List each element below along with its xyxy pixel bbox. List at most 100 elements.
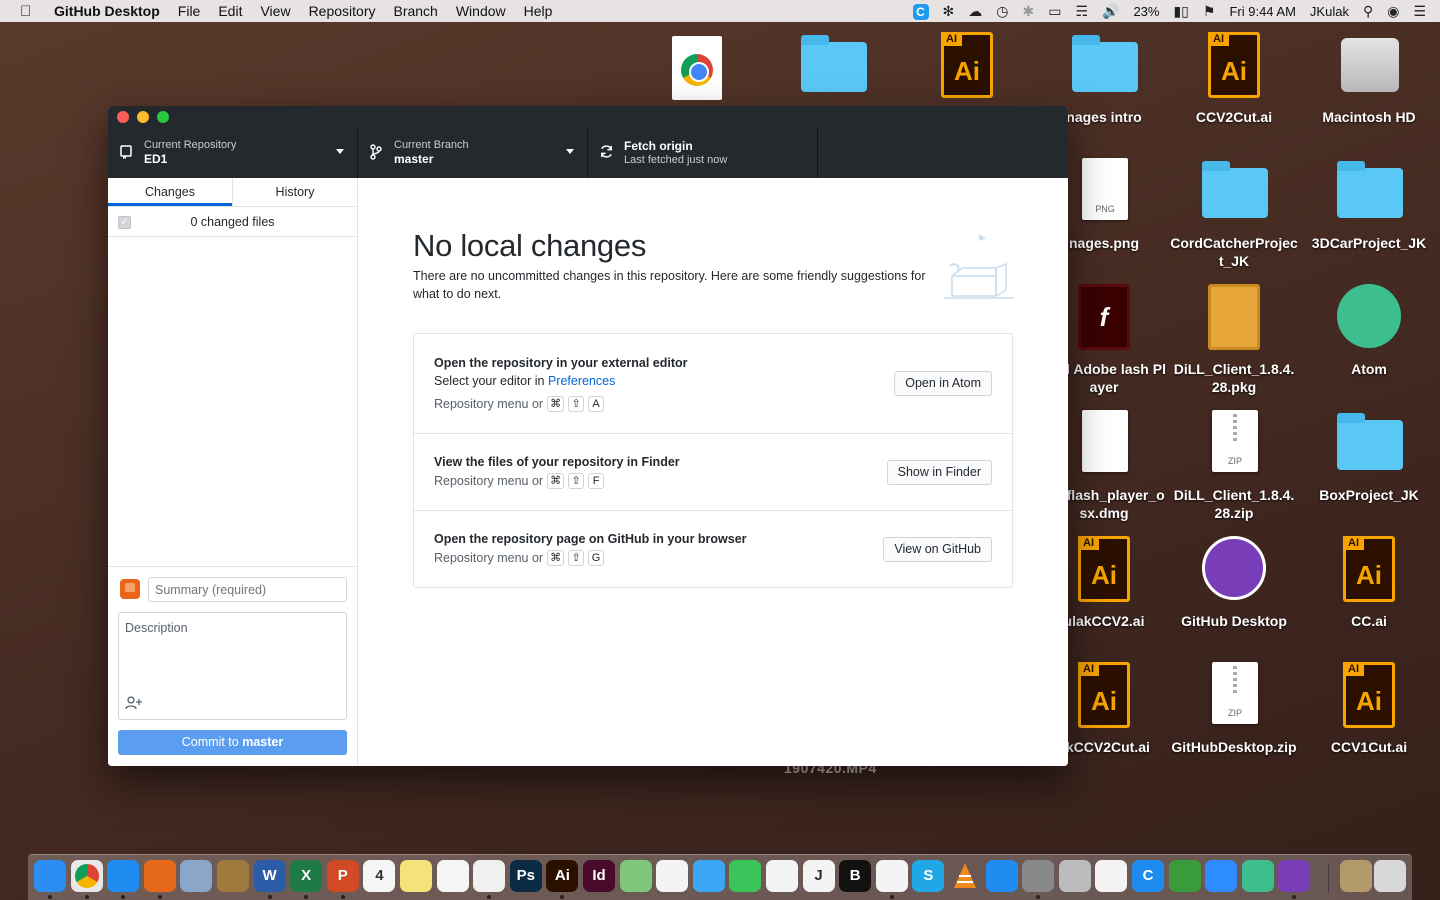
desktop-icon-macintosh-hd[interactable]: Macintosh HD <box>1305 30 1433 126</box>
running-indicator <box>304 895 309 899</box>
siri-icon[interactable]: ◉ <box>1387 3 1399 20</box>
dock-downloads-stack-icon[interactable] <box>1340 860 1372 892</box>
dock-messages-icon[interactable] <box>692 860 725 892</box>
dock-photoshop-icon[interactable]: Ps <box>509 860 542 892</box>
menu-view[interactable]: View <box>260 3 290 19</box>
dock-disk-utility-icon[interactable] <box>1058 860 1091 892</box>
commit-button[interactable]: Commit to master <box>118 730 347 755</box>
dock-jgrasp-icon[interactable]: J <box>802 860 835 892</box>
dock-system-preferences-icon[interactable] <box>1022 860 1055 892</box>
battery-percent[interactable]: 23% <box>1133 4 1159 19</box>
airplay-icon[interactable]: ▭ <box>1048 3 1061 20</box>
menu-window[interactable]: Window <box>456 3 506 19</box>
desktop-icon-ccv2cut[interactable]: AI Ai CCV2Cut.ai <box>1170 30 1298 126</box>
desktop-icon-boxproject[interactable]: BoxProject_JK <box>1305 408 1433 504</box>
desktop-icon-githubdesktop-zip[interactable]: ZIP GitHubDesktop.zip <box>1170 660 1298 756</box>
fetch-origin-button[interactable]: Fetch origin Last fetched just now <box>588 128 818 178</box>
dock-excel-icon[interactable]: X <box>290 860 323 892</box>
running-indicator <box>84 895 89 899</box>
minimize-window-button[interactable] <box>137 111 149 123</box>
dock-illustrator-icon[interactable]: Ai <box>546 860 579 892</box>
desktop-icon-3dcar[interactable]: 3DCarProject_JK <box>1305 156 1433 252</box>
view-on-github-button[interactable]: View on GitHub <box>883 537 992 562</box>
dock-calendar-icon[interactable]: 4 <box>363 860 396 892</box>
desktop-icon-dill-pkg[interactable]: DiLL_Client_1.8.4.28.pkg <box>1170 282 1298 396</box>
add-coauthor-icon[interactable] <box>125 696 143 713</box>
wifi-icon[interactable]: ☴ <box>1075 3 1088 20</box>
zoom-window-button[interactable] <box>157 111 169 123</box>
dock-atom-icon[interactable] <box>1241 860 1274 892</box>
title-bar[interactable] <box>108 106 1068 128</box>
tab-history[interactable]: History <box>232 178 357 206</box>
description-field[interactable]: Description <box>118 612 347 720</box>
dock-notes-brown-icon[interactable] <box>217 860 249 892</box>
input-flag-icon[interactable]: ⚑ <box>1203 3 1216 20</box>
dock-reminders-icon[interactable] <box>436 860 469 892</box>
desktop-icon-cc-ai[interactable]: AI Ai CC.ai <box>1305 534 1433 630</box>
menu-user[interactable]: JKulak <box>1310 4 1349 19</box>
dock-powerpoint-icon[interactable]: P <box>326 860 359 892</box>
menu-file[interactable]: File <box>178 3 201 19</box>
bluetooth-icon[interactable]: ✱ <box>1022 3 1034 20</box>
illustrator-file-icon: AI Ai <box>1343 662 1395 728</box>
desktop-icon-cordcatcher[interactable]: CordCatcherProject_JK <box>1170 156 1298 270</box>
dock-notes-icon[interactable] <box>400 860 432 892</box>
dock-trash-icon[interactable] <box>1374 860 1406 892</box>
dock-beats-icon[interactable]: B <box>839 860 872 892</box>
dock-safari-icon[interactable] <box>107 860 140 892</box>
desktop-icon-ccv1cut[interactable]: AI Ai CCV1Cut.ai <box>1305 660 1433 756</box>
dock-github-desktop-icon[interactable] <box>1278 860 1311 892</box>
notification-center-icon[interactable]: ☰ <box>1413 3 1426 20</box>
desktop-icon-atom[interactable]: Atom <box>1305 282 1433 378</box>
tab-changes[interactable]: Changes <box>108 178 232 206</box>
spotlight-search-icon[interactable]: ⚲ <box>1363 3 1373 20</box>
dock-zoom-icon[interactable] <box>1205 860 1238 892</box>
dock-maps-icon[interactable] <box>619 860 652 892</box>
dock-appstore-icon[interactable] <box>985 860 1018 892</box>
desktop-icon-label: Macintosh HD <box>1322 109 1416 125</box>
sync-icon <box>588 144 624 162</box>
menu-branch[interactable]: Branch <box>393 3 437 19</box>
close-window-button[interactable] <box>117 111 129 123</box>
open-in-atom-button[interactable]: Open in Atom <box>894 371 992 396</box>
dock-firefox-icon[interactable] <box>143 860 176 892</box>
desktop-icon-chrome-doc[interactable] <box>634 30 762 102</box>
dock-photos-icon[interactable] <box>656 860 689 892</box>
dock-chess-icon[interactable] <box>1168 860 1201 892</box>
menu-clock[interactable]: Fri 9:44 AM <box>1229 4 1295 19</box>
desktop-icon-ai-file[interactable]: AI Ai <box>903 30 1031 102</box>
desktop-icon-folder[interactable] <box>769 30 897 102</box>
dock-itunes-icon[interactable] <box>875 860 908 892</box>
dock-word-icon[interactable]: W <box>253 860 286 892</box>
preferences-link[interactable]: Preferences <box>548 374 615 388</box>
dock-indesign-icon[interactable]: Id <box>583 860 615 892</box>
cura-status-icon[interactable]: C <box>912 3 929 20</box>
dock-cura-icon[interactable]: C <box>1132 860 1164 892</box>
menu-edit[interactable]: Edit <box>218 3 242 19</box>
desktop-icon-github-desktop[interactable]: GitHub Desktop <box>1170 534 1298 630</box>
show-in-finder-button[interactable]: Show in Finder <box>886 460 992 485</box>
dock-preview-icon[interactable] <box>180 860 213 892</box>
dock-chrome-icon[interactable] <box>70 860 103 892</box>
menu-repository[interactable]: Repository <box>309 3 376 19</box>
volume-icon[interactable]: 🔊 <box>1102 3 1119 20</box>
desktop-icon-dill-zip[interactable]: ZIP DiLL_Client_1.8.4.28.zip <box>1170 408 1298 522</box>
select-all-checkbox[interactable]: ✓ <box>118 216 131 229</box>
dock-finder-icon[interactable] <box>34 860 66 892</box>
current-repository-button[interactable]: Current Repository ED1 <box>108 128 358 178</box>
dock-textedit-icon[interactable] <box>1095 860 1128 892</box>
apple-menu-icon[interactable]:  <box>20 3 38 20</box>
dock-skype-icon[interactable]: S <box>912 860 945 892</box>
app-name-menu[interactable]: GitHub Desktop <box>54 3 160 19</box>
cloud-status-icon[interactable]: ☁ <box>968 3 982 20</box>
dock-vlc-icon[interactable] <box>949 860 981 892</box>
menu-help[interactable]: Help <box>524 3 553 19</box>
dock-acrobat-icon[interactable] <box>473 860 506 892</box>
sync-status-icon[interactable]: ✻ <box>943 3 955 20</box>
dock-facetime-icon[interactable] <box>729 860 762 892</box>
time-machine-icon[interactable]: ◷ <box>996 3 1008 20</box>
dock-news-icon[interactable] <box>766 860 798 892</box>
battery-icon[interactable]: ▮▯ <box>1173 3 1188 20</box>
current-branch-button[interactable]: Current Branch master <box>358 128 588 178</box>
summary-input[interactable] <box>148 577 347 602</box>
